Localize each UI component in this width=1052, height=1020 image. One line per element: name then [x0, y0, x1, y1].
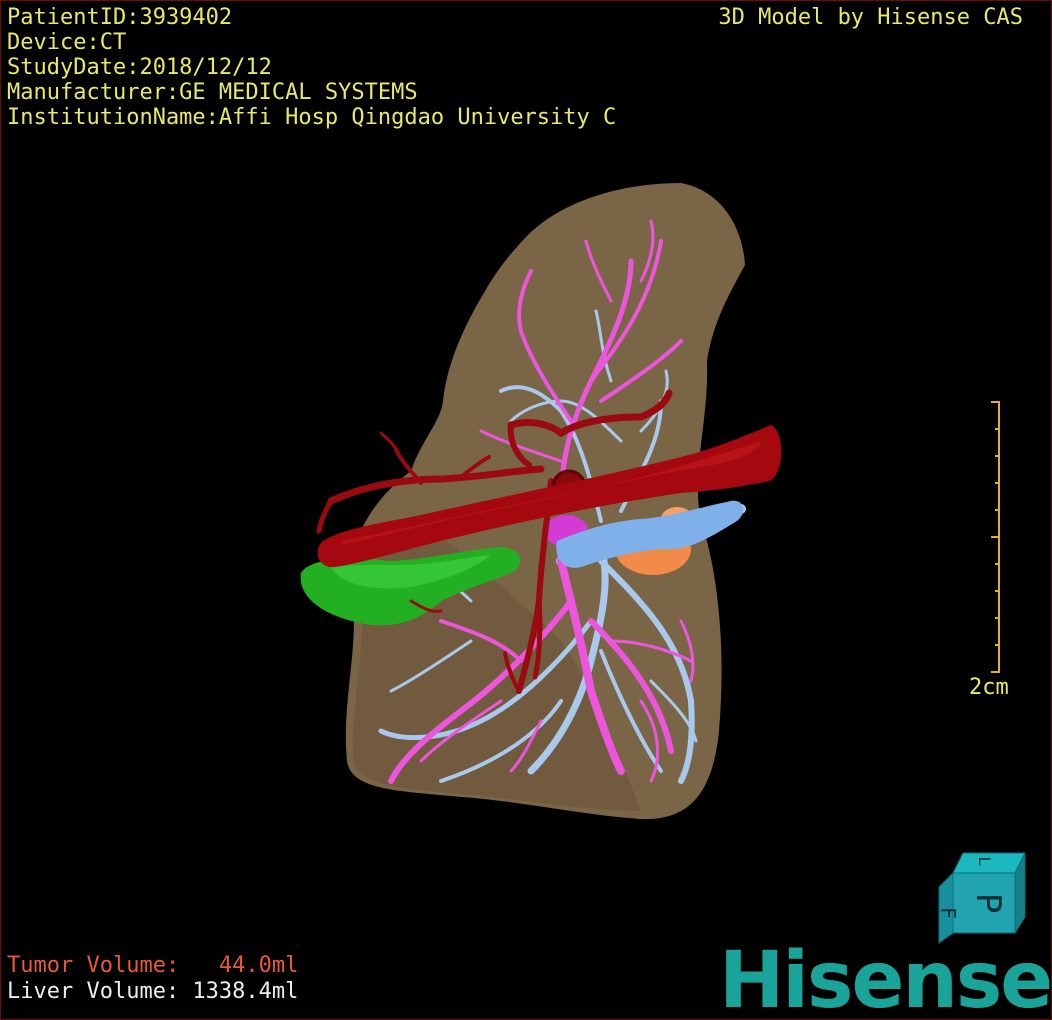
cube-face-f: F [936, 907, 960, 919]
liver-3d-model[interactable] [1, 1, 1051, 1019]
cube-face-p: P [968, 893, 1008, 914]
manufacturer-text: Manufacturer:GE MEDICAL SYSTEMS [7, 80, 418, 105]
3d-viewport[interactable]: PatientID:3939402 Device:CT StudyDate:20… [0, 0, 1052, 1020]
scale-label: 2cm [969, 675, 1009, 700]
orientation-cube[interactable]: L P F [933, 847, 1033, 947]
model-credit-text: 3D Model by Hisense CAS [718, 5, 1023, 30]
scale-bar [991, 401, 1000, 673]
liver-volume-text: Liver Volume: 1338.4ml [7, 979, 299, 1004]
hisense-logo: Hisense [719, 936, 1052, 1020]
study-date-text: StudyDate:2018/12/12 [7, 55, 272, 80]
tumor-volume-text: Tumor Volume: 44.0ml [7, 953, 299, 978]
patient-id-text: PatientID:3939402 [7, 5, 233, 30]
institution-text: InstitutionName:Affi Hosp Qingdao Univer… [7, 105, 617, 130]
cube-face-l: L [975, 857, 994, 866]
device-text: Device:CT [7, 30, 127, 55]
